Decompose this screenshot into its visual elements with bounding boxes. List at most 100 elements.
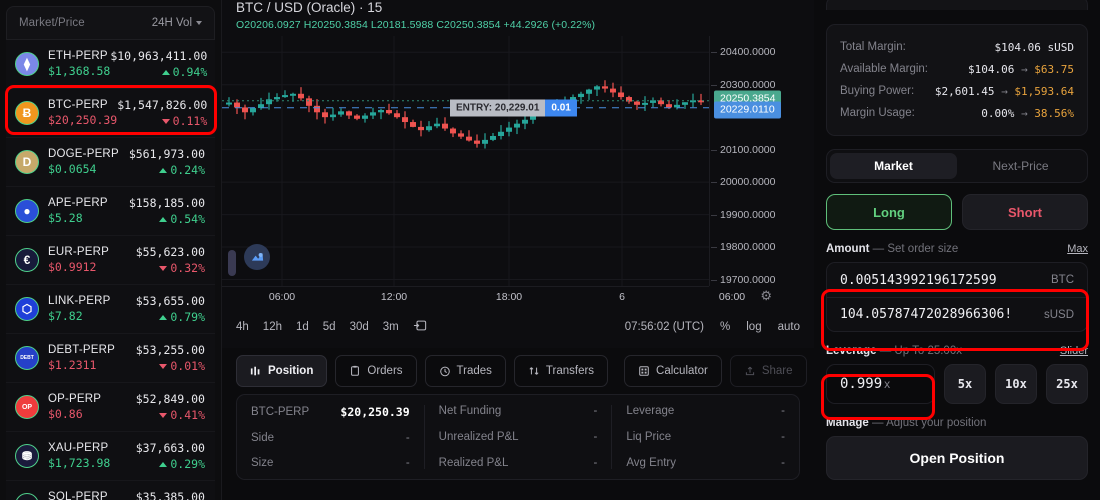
chart-drag-handle[interactable] xyxy=(228,250,236,276)
position-field-value: - xyxy=(593,457,598,469)
tab-label: Share xyxy=(761,365,793,377)
goto-date-icon[interactable] xyxy=(413,319,427,335)
position-field-label: Avg Entry xyxy=(626,457,676,469)
market-row[interactable]: D DOGE-PERP $0.0654 $561,973.00 0.24% xyxy=(6,138,215,187)
amount-quote-field[interactable]: 104.05787472028966306! sUSD xyxy=(827,297,1087,331)
chart-and-positions: BTC / USD (Oracle) · 15 O20206.0927 H202… xyxy=(222,0,814,500)
price-axis[interactable]: 20400.0000 20300.0000 20100.0000 20000.0000… xyxy=(709,36,814,286)
market-symbol: EUR-PERP xyxy=(48,246,110,258)
order-type-market[interactable]: Market xyxy=(830,153,957,179)
time-axis[interactable]: 06:00 12:00 18:00 6 06:00 xyxy=(222,286,745,306)
price-tick: 19900.0000 xyxy=(710,208,776,221)
triangle-down-icon xyxy=(159,265,168,271)
interval-30d[interactable]: 30d xyxy=(350,321,369,333)
triangle-up-icon xyxy=(161,69,170,75)
leverage-input[interactable]: 0.999 x xyxy=(826,364,935,404)
margin-usage-old: 0.00% xyxy=(981,106,1015,120)
btc-icon: Ƀ xyxy=(15,101,39,125)
ape-icon: ● xyxy=(15,199,39,223)
chart-settings-icon[interactable]: ⚙ xyxy=(760,288,772,304)
leverage-subtitle: — Up To 25.00x xyxy=(879,345,962,357)
position-field: Leverage - xyxy=(626,405,785,417)
interval-4h[interactable]: 4h xyxy=(236,321,249,333)
total-margin-unit: sUSD xyxy=(1047,40,1075,54)
debt-icon: DEBT xyxy=(15,346,39,370)
tab-calculator[interactable]: Calculator xyxy=(624,355,722,387)
margin-usage-new: 38.56% xyxy=(1034,106,1074,120)
open-position-button[interactable]: Open Position xyxy=(826,436,1088,480)
position-field-label: Unrealized P&L xyxy=(438,431,519,443)
xau-icon: ⛃ xyxy=(15,444,39,468)
tab-position[interactable]: Position xyxy=(236,355,328,387)
leverage-slider-button[interactable]: Slider xyxy=(1060,345,1088,357)
market-row[interactable]: ⧫ ETH-PERP $1,368.58 $10,963,411.00 0.94% xyxy=(6,40,215,89)
position-field: BTC-PERP $20,250.39 xyxy=(251,405,410,419)
interval-12h[interactable]: 12h xyxy=(263,321,282,333)
price-chart[interactable]: BTC / USD (Oracle) · 15 O20206.0927 H202… xyxy=(222,0,814,348)
market-change: 0.29% xyxy=(159,457,205,471)
market-symbol: XAU-PERP xyxy=(48,442,109,454)
amount-subtitle: — Set order size xyxy=(872,243,959,255)
link-icon: ⬡ xyxy=(15,297,39,321)
candlestick-plot[interactable]: ENTRY: 20,229.01 0.01 xyxy=(222,36,709,286)
market-symbol: DOGE-PERP xyxy=(48,148,119,160)
market-row[interactable]: OP OP-PERP $0.86 $52,849.00 0.41% xyxy=(6,383,215,432)
tab-orders[interactable]: Orders xyxy=(335,355,417,387)
market-price: $1.2311 xyxy=(48,358,97,372)
doge-icon: D xyxy=(15,150,39,174)
leverage-preset-25x[interactable]: 25x xyxy=(1046,364,1088,404)
tab-transfers[interactable]: Transfers xyxy=(513,355,609,387)
buying-power-new: $1,593.64 xyxy=(1014,84,1074,98)
market-row[interactable]: ⬡ LINK-PERP $7.82 $53,655.00 0.79% xyxy=(6,285,215,334)
interval-3m[interactable]: 3m xyxy=(383,321,399,333)
scale-percent[interactable]: % xyxy=(720,321,730,333)
price-tick: 20300.0000 xyxy=(710,78,776,91)
tab-trades[interactable]: Trades xyxy=(424,355,506,387)
market-symbol: BTC-PERP xyxy=(48,99,108,111)
position-field: Avg Entry - xyxy=(626,457,785,469)
scale-auto[interactable]: auto xyxy=(778,321,800,333)
scale-log[interactable]: log xyxy=(746,321,761,333)
eth-icon: ⧫ xyxy=(15,52,39,76)
market-row[interactable]: DEBT DEBT-PERP $1.2311 $53,255.00 0.01% xyxy=(6,334,215,383)
triangle-up-icon xyxy=(159,314,168,320)
max-amount-button[interactable]: Max xyxy=(1067,243,1088,255)
market-price: $0.0654 xyxy=(48,162,97,176)
margin-row-total: Total Margin: $104.06 sUSD xyxy=(840,36,1074,58)
market-symbol: SOL-PERP xyxy=(48,491,108,500)
interval-5d[interactable]: 5d xyxy=(323,321,336,333)
amount-base-field[interactable]: 0.005143992196172599 BTC xyxy=(827,263,1087,297)
market-row[interactable]: ⛃ XAU-PERP $1,723.98 $37,663.00 0.29% xyxy=(6,432,215,481)
margin-summary-card: Total Margin: $104.06 sUSD Available Mar… xyxy=(826,24,1088,136)
position-column-1: BTC-PERP $20,250.39 Side - Size - xyxy=(237,405,424,469)
order-type-next-price[interactable]: Next-Price xyxy=(957,153,1084,179)
leverage-preset-5x[interactable]: 5x xyxy=(944,364,986,404)
market-change: 0.41% xyxy=(159,408,205,422)
sol-icon: ≡ xyxy=(15,493,39,500)
leverage-preset-10x[interactable]: 10x xyxy=(995,364,1037,404)
interval-1d[interactable]: 1d xyxy=(296,321,309,333)
market-row[interactable]: € EUR-PERP $0.9912 $55,623.00 0.32% xyxy=(6,236,215,285)
available-margin-new: $63.75 xyxy=(1034,62,1074,76)
market-symbol: DEBT-PERP xyxy=(48,344,115,356)
long-button[interactable]: Long xyxy=(826,194,952,230)
market-change: 0.94% xyxy=(161,65,207,79)
position-field: Net Funding - xyxy=(439,405,598,417)
market-row[interactable]: Ƀ BTC-PERP $20,250.39 $1,547,826.00 0.11% xyxy=(6,89,215,138)
leverage-title: Leverage xyxy=(826,345,877,357)
position-column-2: Net Funding - Unrealized P&L - Realized P&L - xyxy=(423,405,612,469)
short-button[interactable]: Short xyxy=(962,194,1088,230)
position-field-label: Net Funding xyxy=(438,405,502,417)
volume-sort-dropdown[interactable]: 24H Vol xyxy=(152,17,202,29)
buying-power-arrow: → xyxy=(1001,84,1008,98)
market-list[interactable]: ⧫ ETH-PERP $1,368.58 $10,963,411.00 0.94% Ƀ BT… xyxy=(6,40,215,500)
leverage-controls: 0.999 x 5x 10x 25x xyxy=(826,364,1088,404)
entry-price-marker[interactable]: ENTRY: 20,229.01 0.01 xyxy=(450,99,577,117)
market-volume: $561,973.00 xyxy=(128,147,205,161)
market-volume: $55,623.00 xyxy=(135,245,205,259)
market-volume: $53,255.00 xyxy=(135,343,205,357)
manage-section-label: Manage — Adjust your position xyxy=(826,417,1088,429)
market-row[interactable]: ● APE-PERP $5.28 $158,185.00 0.54% xyxy=(6,187,215,236)
market-change: 0.79% xyxy=(159,310,205,324)
market-row[interactable]: ≡SOL-PERP$34.03$35,385.000.51% xyxy=(6,481,215,500)
